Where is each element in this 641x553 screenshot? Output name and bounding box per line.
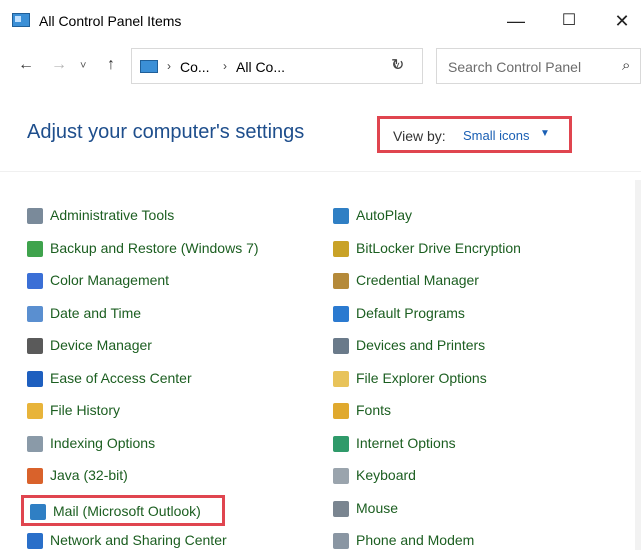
- scrollbar[interactable]: [635, 180, 641, 550]
- item-label: File Explorer Options: [356, 369, 487, 386]
- control-panel-icon: [12, 13, 30, 27]
- item-label: Administrative Tools: [50, 207, 175, 223]
- control-panel-item[interactable]: Credential Manager: [333, 271, 593, 293]
- keyboard-icon: [333, 468, 349, 484]
- item-label: Default Programs: [356, 304, 465, 321]
- mail-icon: [30, 503, 46, 520]
- phone-modem-icon: [333, 533, 349, 549]
- chevron-down-icon[interactable]: ▼: [540, 128, 550, 139]
- close-button[interactable]: ✕: [602, 6, 641, 36]
- item-label: Java (32-bit): [50, 467, 128, 483]
- control-panel-item[interactable]: Device Manager: [27, 336, 287, 358]
- default-programs-icon: [333, 305, 349, 322]
- control-panel-item[interactable]: Date and Time: [27, 304, 287, 326]
- control-panel-item[interactable]: Internet Options: [333, 434, 593, 456]
- item-label: Credential Manager: [356, 272, 479, 288]
- recent-locations-button[interactable]: ˅: [80, 60, 86, 72]
- search-icon[interactable]: ⌕: [622, 57, 630, 74]
- item-label: Mouse: [356, 499, 399, 516]
- control-panel-item[interactable]: Color Management: [27, 271, 287, 293]
- divider: [0, 171, 641, 172]
- view-by-label: View by:: [393, 128, 446, 144]
- control-panel-item[interactable]: AutoPlay: [333, 206, 593, 228]
- item-label: Mail (Microsoft Outlook): [53, 502, 201, 519]
- control-panel-item[interactable]: Ease of Access Center: [27, 369, 287, 391]
- breadcrumb-all-items[interactable]: All Co...: [236, 59, 285, 75]
- autoplay-icon: [333, 208, 349, 224]
- item-label: Backup and Restore (Windows 7): [50, 239, 259, 256]
- network-sharing-icon: [27, 533, 43, 549]
- item-label: AutoPlay: [356, 207, 413, 223]
- item-label: Devices and Printers: [356, 337, 486, 353]
- mail-item-highlighted[interactable]: Mail (Microsoft Outlook): [21, 494, 225, 526]
- control-panel-item[interactable]: File Explorer Options: [333, 369, 593, 391]
- maximize-button[interactable]: ☐: [549, 6, 589, 36]
- indexing-options-icon: [27, 435, 43, 452]
- window-title: All Control Panel Items: [39, 13, 182, 29]
- view-by-selector[interactable]: View by: Small icons ▼: [377, 116, 572, 153]
- item-label: Internet Options: [356, 434, 456, 451]
- refresh-button[interactable]: ↻: [391, 55, 404, 75]
- item-label: BitLocker Drive Encryption: [356, 239, 521, 256]
- control-panel-item[interactable]: BitLocker Drive Encryption: [333, 239, 593, 261]
- search-box[interactable]: Search Control Panel ⌕: [436, 48, 641, 84]
- breadcrumb-separator: ›: [223, 59, 227, 73]
- item-label: File History: [50, 402, 121, 418]
- title-bar: All Control Panel Items — ☐ ✕: [0, 0, 641, 44]
- device-manager-icon: [27, 338, 43, 354]
- breadcrumb-separator: ›: [167, 59, 171, 73]
- control-panel-item[interactable]: Administrative Tools: [27, 206, 287, 228]
- up-button[interactable]: ↑: [107, 56, 115, 74]
- breadcrumb-control-panel[interactable]: Co...: [180, 59, 210, 75]
- control-panel-item[interactable]: File History: [27, 401, 287, 423]
- file-history-icon: [27, 403, 43, 419]
- forward-button[interactable]: →: [51, 56, 67, 74]
- backup-restore-icon: [27, 240, 43, 257]
- mouse-icon: [333, 500, 349, 517]
- control-panel-item[interactable]: Keyboard: [333, 466, 593, 488]
- internet-options-icon: [333, 435, 349, 452]
- control-panel-item[interactable]: Fonts: [333, 401, 593, 423]
- view-by-dropdown[interactable]: Small icons: [463, 128, 529, 143]
- administrative-tools-icon: [27, 208, 43, 224]
- credential-manager-icon: [333, 273, 349, 289]
- item-label: Indexing Options: [50, 434, 156, 451]
- address-bar[interactable]: › Co... › All Co... ˅: [131, 48, 423, 84]
- fonts-icon: [333, 403, 349, 419]
- control-panel-icon: [140, 60, 158, 73]
- item-label: Color Management: [50, 272, 170, 288]
- item-label: Keyboard: [356, 467, 416, 483]
- item-label: Network and Sharing Center: [50, 532, 227, 548]
- item-label: Ease of Access Center: [50, 369, 192, 386]
- control-panel-item[interactable]: Devices and Printers: [333, 336, 593, 358]
- control-panel-item[interactable]: Indexing Options: [27, 434, 287, 456]
- bitlocker-icon: [333, 240, 349, 257]
- search-input[interactable]: Search Control Panel: [448, 59, 581, 75]
- control-panel-item[interactable]: Java (32-bit): [27, 466, 287, 488]
- navigation-bar: ← → ˅ ↑ › Co... › All Co... ˅ Search Con…: [0, 46, 641, 86]
- control-panel-item[interactable]: Default Programs: [333, 304, 593, 326]
- color-management-icon: [27, 273, 43, 289]
- control-panel-item[interactable]: Backup and Restore (Windows 7): [27, 239, 287, 261]
- item-label: Phone and Modem: [356, 532, 475, 548]
- back-button[interactable]: ←: [18, 56, 34, 74]
- date-time-icon: [27, 305, 43, 322]
- item-label: Fonts: [356, 402, 392, 418]
- control-panel-item[interactable]: Mouse: [333, 499, 593, 521]
- java-icon: [27, 468, 43, 484]
- page-title: Adjust your computer's settings: [27, 121, 305, 143]
- file-explorer-options-icon: [333, 370, 349, 387]
- item-label: Date and Time: [50, 304, 142, 321]
- minimize-button[interactable]: —: [496, 6, 536, 36]
- item-label: Device Manager: [50, 337, 152, 353]
- devices-printers-icon: [333, 338, 349, 354]
- ease-of-access-icon: [27, 370, 43, 387]
